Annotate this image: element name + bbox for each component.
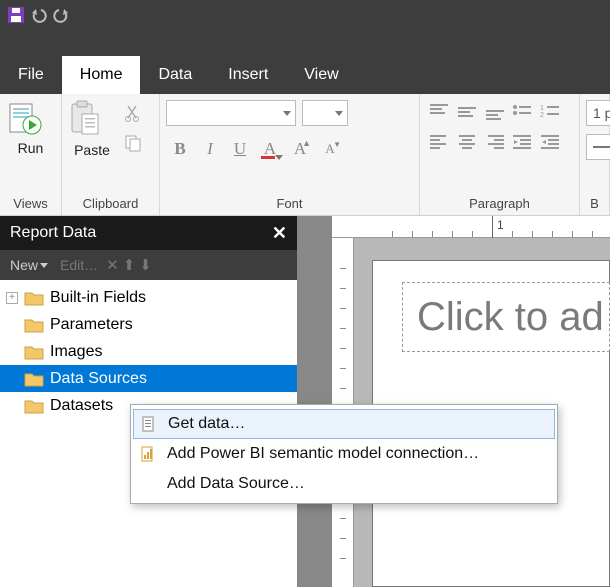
tab-insert[interactable]: Insert [210, 56, 286, 94]
ribbon: Run Views Paste [0, 94, 610, 216]
tab-home[interactable]: Home [62, 56, 141, 94]
tab-view[interactable]: View [286, 56, 356, 94]
italic-button[interactable]: I [196, 136, 224, 162]
panel-moveup-icon[interactable]: ⬆ [123, 256, 136, 274]
horizontal-ruler: 1 [332, 216, 610, 238]
chevron-down-icon [283, 111, 291, 116]
ribbon-group-paragraph: 12 Paragraph [420, 94, 580, 215]
panel-new-button[interactable]: New [6, 255, 52, 275]
decrease-indent-button[interactable] [510, 130, 536, 154]
panel-movedown-icon[interactable]: ⬇ [139, 256, 152, 274]
panel-title: Report Data [10, 224, 96, 242]
bullets-button[interactable] [510, 100, 536, 124]
ctx-get-data[interactable]: Get data… [133, 409, 555, 439]
redo-icon[interactable] [50, 4, 72, 26]
copy-button[interactable] [120, 130, 146, 156]
ribbon-group-font: B I U A A▲ A▼ Font [160, 94, 420, 215]
paste-button[interactable]: Paste [68, 100, 116, 158]
bold-button[interactable]: B [166, 136, 194, 162]
report-data-panel: Report Data ✕ New Edit… ✕ ⬆ ⬇ + Built-in… [0, 216, 298, 587]
run-button[interactable]: Run [7, 100, 55, 156]
increase-indent-button[interactable] [538, 130, 564, 154]
ribbon-group-clipboard: Paste Clipboard [62, 94, 160, 215]
group-label-paragraph: Paragraph [420, 193, 579, 215]
folder-icon [24, 290, 44, 306]
align-top-button[interactable] [426, 100, 452, 124]
ruler-number: 1 [497, 218, 504, 232]
folder-icon [24, 317, 44, 333]
folder-icon [24, 344, 44, 360]
tree-item-images[interactable]: Images [0, 338, 297, 365]
run-label: Run [7, 140, 55, 156]
border-weight-value: 1 pt [593, 105, 610, 121]
tab-data[interactable]: Data [140, 56, 210, 94]
title-placeholder-text: Click to ad [417, 295, 604, 340]
save-icon[interactable] [6, 4, 28, 26]
blank-icon [139, 475, 157, 493]
paste-label: Paste [68, 142, 116, 158]
tree-label: Parameters [50, 316, 133, 334]
cut-button[interactable] [120, 100, 146, 126]
align-right-button[interactable] [482, 130, 508, 154]
font-size-combo[interactable] [302, 100, 348, 126]
tree-label: Datasets [50, 397, 113, 415]
ctx-add-datasource[interactable]: Add Data Source… [133, 469, 555, 499]
panel-toolbar: New Edit… ✕ ⬆ ⬇ [0, 250, 297, 280]
border-weight-combo[interactable]: 1 pt [586, 100, 610, 126]
chevron-down-icon [335, 111, 343, 116]
panel-delete-icon[interactable]: ✕ [106, 256, 119, 274]
ctx-label: Add Power BI semantic model connection… [167, 445, 479, 463]
group-label-views: Views [0, 193, 61, 215]
tree-label: Data Sources [50, 370, 147, 388]
expand-placeholder [6, 400, 18, 412]
group-label-clipboard: Clipboard [62, 193, 159, 215]
shrink-font-button[interactable]: A▼ [316, 136, 344, 162]
panel-edit-button[interactable]: Edit… [56, 255, 102, 275]
panel-close-button[interactable]: ✕ [272, 223, 287, 244]
ctx-label: Get data… [168, 415, 245, 433]
ribbon-group-border: 1 pt B [580, 94, 610, 215]
group-label-font: Font [160, 193, 419, 215]
workspace: Report Data ✕ New Edit… ✕ ⬆ ⬇ + Built-in… [0, 216, 610, 587]
tree-label: Built-in Fields [50, 289, 146, 307]
ribbon-group-views: Run Views [0, 94, 62, 215]
menu-bar: File Home Data Insert View [0, 56, 610, 94]
ctx-add-powerbi[interactable]: Add Power BI semantic model connection… [133, 439, 555, 469]
font-family-combo[interactable] [166, 100, 296, 126]
report-title-placeholder[interactable]: Click to ad [402, 282, 610, 352]
tree-item-builtin[interactable]: + Built-in Fields [0, 284, 297, 311]
font-color-button[interactable]: A [256, 136, 284, 162]
chevron-down-icon [275, 155, 283, 160]
powerbi-icon [139, 445, 157, 463]
grow-font-button[interactable]: A▲ [286, 136, 314, 162]
tab-file[interactable]: File [0, 56, 62, 94]
undo-icon[interactable] [28, 4, 50, 26]
ctx-label: Add Data Source… [167, 475, 305, 493]
border-style-combo[interactable] [586, 134, 610, 160]
tree-item-datasources[interactable]: Data Sources [0, 365, 297, 392]
expand-placeholder [6, 346, 18, 358]
design-surface[interactable]: 1 Click to ad [298, 216, 610, 587]
tree-label: Images [50, 343, 102, 361]
panel-header: Report Data ✕ [0, 216, 297, 250]
expand-placeholder [6, 319, 18, 331]
tree-item-parameters[interactable]: Parameters [0, 311, 297, 338]
expand-icon[interactable]: + [6, 292, 18, 304]
svg-text:2: 2 [540, 112, 544, 119]
context-menu: Get data… Add Power BI semantic model co… [130, 404, 558, 504]
align-middle-button[interactable] [454, 100, 480, 124]
folder-icon [24, 371, 44, 387]
title-bar [0, 0, 610, 56]
expand-placeholder [6, 373, 18, 385]
align-bottom-button[interactable] [482, 100, 508, 124]
chevron-down-icon [40, 263, 48, 268]
folder-icon [24, 398, 44, 414]
underline-button[interactable]: U [226, 136, 254, 162]
group-label-border: B [580, 193, 609, 215]
get-data-icon [140, 415, 158, 433]
numbering-button[interactable]: 12 [538, 100, 564, 124]
align-center-button[interactable] [454, 130, 480, 154]
svg-text:1: 1 [540, 105, 544, 112]
align-left-button[interactable] [426, 130, 452, 154]
